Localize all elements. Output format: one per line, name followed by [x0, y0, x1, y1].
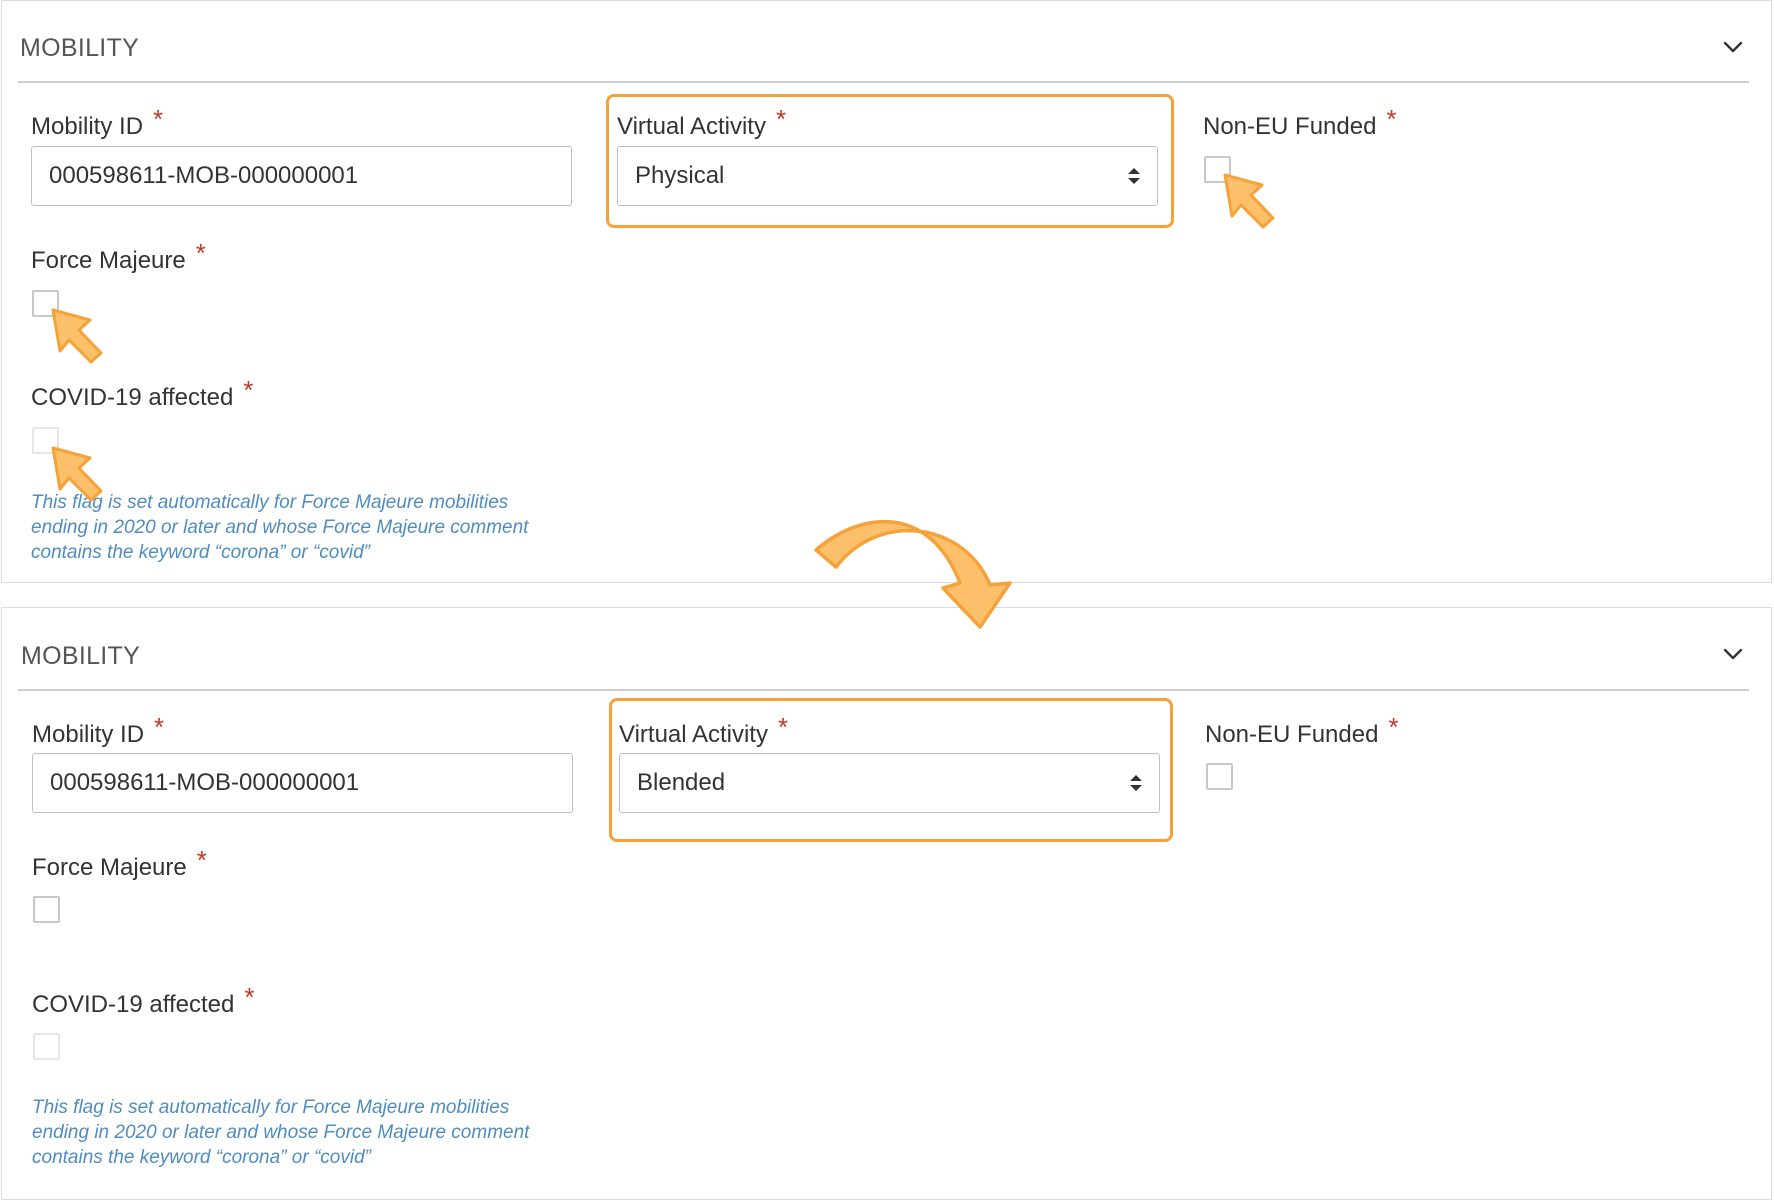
mobility-panel-before: MOBILITY Mobility ID * 000598611-MOB-0000… — [1, 0, 1772, 583]
virtual-activity-label: Virtual Activity * — [619, 712, 789, 748]
non-eu-funded-label: Non-EU Funded * — [1205, 712, 1399, 748]
non-eu-funded-label: Non-EU Funded * — [1203, 104, 1397, 140]
curved-arrow-icon — [814, 519, 1012, 629]
covid-affected-label: COVID-19 affected * — [31, 375, 254, 411]
panel-divider — [18, 81, 1749, 83]
panel-title: MOBILITY — [21, 642, 141, 670]
non-eu-funded-checkbox[interactable] — [1206, 763, 1233, 790]
panel-title: MOBILITY — [20, 34, 140, 62]
pointer-arrow-icon — [51, 308, 103, 364]
covid-affected-checkbox — [33, 1033, 60, 1060]
required-marker: * — [775, 104, 787, 134]
required-marker: * — [777, 712, 789, 742]
virtual-activity-value: Physical — [635, 162, 725, 189]
virtual-activity-select[interactable]: Physical — [617, 146, 1158, 206]
pointer-arrow-icon — [1223, 173, 1275, 229]
mobility-panel-after: MOBILITY Mobility ID * 000598611-MOB-0000… — [1, 607, 1772, 1200]
panel-divider — [18, 689, 1749, 691]
required-marker: * — [1386, 104, 1397, 134]
required-marker: * — [153, 104, 164, 134]
virtual-activity-label: Virtual Activity * — [617, 104, 787, 140]
force-majeure-label: Force Majeure * — [31, 238, 206, 274]
mobility-id-field[interactable]: 000598611-MOB-000000001 — [31, 146, 572, 206]
virtual-activity-select[interactable]: Blended — [619, 753, 1160, 813]
virtual-activity-value: Blended — [637, 769, 726, 796]
mobility-id-label: Mobility ID * — [32, 712, 165, 748]
required-marker: * — [243, 375, 254, 405]
required-marker: * — [1388, 712, 1399, 742]
pointer-arrow-icon — [51, 446, 103, 502]
covid-hint: This flag is set automatically for Force… — [32, 1097, 530, 1168]
force-majeure-checkbox[interactable] — [33, 896, 60, 923]
mobility-id-value: 000598611-MOB-000000001 — [50, 769, 360, 796]
force-majeure-label: Force Majeure * — [32, 845, 207, 881]
chevron-down-icon[interactable] — [1721, 642, 1745, 666]
mobility-id-value: 000598611-MOB-000000001 — [49, 162, 359, 189]
mobility-id-label: Mobility ID * — [31, 104, 164, 140]
chevron-down-icon[interactable] — [1721, 35, 1745, 59]
required-marker: * — [244, 982, 255, 1012]
required-marker: * — [195, 238, 206, 268]
select-arrows-icon — [1128, 168, 1140, 184]
required-marker: * — [196, 845, 207, 875]
select-arrows-icon — [1130, 775, 1142, 791]
covid-affected-label: COVID-19 affected * — [32, 982, 255, 1018]
required-marker: * — [154, 712, 165, 742]
mobility-id-field[interactable]: 000598611-MOB-000000001 — [32, 753, 573, 813]
